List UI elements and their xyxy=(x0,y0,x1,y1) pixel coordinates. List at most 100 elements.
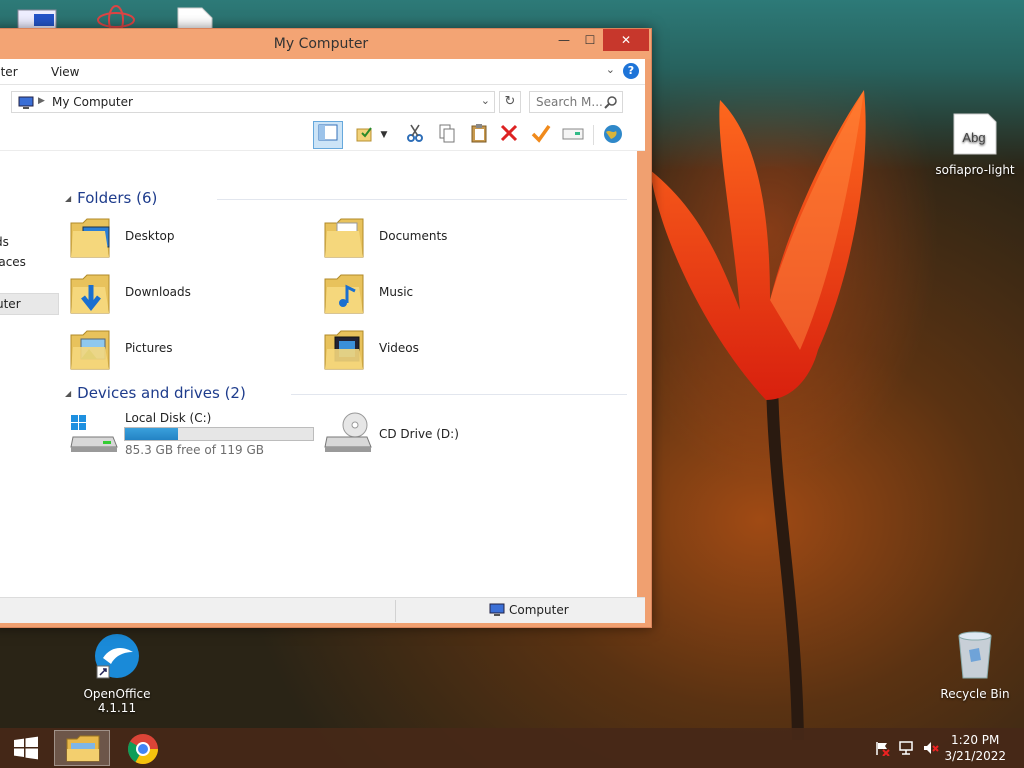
address-bar[interactable]: ▶ My Computer ⌄ xyxy=(11,91,495,113)
search-input[interactable]: Search M... xyxy=(529,91,623,113)
cd-drive-icon xyxy=(324,412,372,452)
volume-muted-icon[interactable] xyxy=(922,740,940,756)
help-icon[interactable]: ? xyxy=(623,63,639,79)
copy-button[interactable] xyxy=(435,123,459,147)
drive-name: Local Disk (C:) xyxy=(125,411,212,425)
search-placeholder: Search M... xyxy=(536,95,603,109)
taskbar-chrome[interactable] xyxy=(124,730,164,766)
delete-icon xyxy=(500,124,518,142)
content-pane: ◢ Folders (6) Desktop Documents Downloads xyxy=(61,151,637,621)
taskbar: 1:20 PM 3/21/2022 xyxy=(0,728,1024,768)
atom-icon[interactable] xyxy=(94,4,140,30)
openoffice-icon xyxy=(95,634,139,679)
properties-dropdown-icon[interactable]: ▼ xyxy=(377,123,391,147)
chrome-icon xyxy=(127,734,158,765)
downloads-folder-icon xyxy=(70,274,110,314)
nav-computer[interactable]: uter xyxy=(0,293,59,315)
explorer-window: My Computer — ☐ ✕ uter View ⌄ ? ▶ My Com… xyxy=(0,28,652,628)
delete-button[interactable] xyxy=(497,123,521,147)
drives-group-title: Devices and drives (2) xyxy=(77,384,246,402)
properties-button[interactable] xyxy=(353,123,377,147)
folders-group-header[interactable]: ◢ Folders (6) xyxy=(65,189,157,207)
scissors-icon xyxy=(407,124,423,142)
folder-label: Desktop xyxy=(125,229,175,243)
taskbar-file-explorer[interactable] xyxy=(54,730,110,766)
globe-icon xyxy=(604,125,622,143)
maximize-button[interactable]: ☐ xyxy=(577,29,603,51)
breadcrumb-arrow-icon[interactable]: ▶ xyxy=(38,96,45,106)
close-button[interactable]: ✕ xyxy=(603,29,649,51)
address-dropdown-icon[interactable]: ⌄ xyxy=(481,94,490,107)
menu-computer[interactable]: uter xyxy=(0,65,18,79)
layout-icon xyxy=(318,124,338,141)
folder-label: Downloads xyxy=(125,285,191,299)
folder-desktop[interactable]: Desktop xyxy=(69,213,309,263)
folders-group-title: Folders (6) xyxy=(77,189,158,207)
group-divider xyxy=(291,394,627,395)
paste-button[interactable] xyxy=(467,123,491,147)
menu-view[interactable]: View xyxy=(51,65,79,79)
status-text: Computer xyxy=(509,603,569,617)
folder-label: Documents xyxy=(379,229,448,243)
drive-local-disk[interactable]: Local Disk (C:) 85.3 GB free of 119 GB xyxy=(69,409,319,459)
drive-cd[interactable]: CD Drive (D:) xyxy=(323,409,523,459)
tulip-wallpaper xyxy=(650,90,866,740)
map-drive-button[interactable] xyxy=(561,123,585,147)
folder-pictures[interactable]: Pictures xyxy=(69,325,309,375)
desktop-recycle-bin[interactable]: Recycle Bin xyxy=(930,630,1020,701)
folder-label: Music xyxy=(379,285,414,299)
chevron-down-icon[interactable]: ⌄ xyxy=(606,63,615,76)
folder-music[interactable]: Music xyxy=(323,269,563,319)
drive-box-icon xyxy=(562,128,584,140)
computer-icon xyxy=(18,96,34,109)
cut-button[interactable] xyxy=(403,123,427,147)
refresh-button[interactable]: ↻ xyxy=(499,91,521,113)
system-clock[interactable]: 1:20 PM 3/21/2022 xyxy=(944,732,1006,764)
collapse-triangle-icon: ◢ xyxy=(65,389,72,398)
rename-button[interactable] xyxy=(529,123,553,147)
drive-usage-bar xyxy=(124,427,314,441)
file-explorer-icon xyxy=(66,735,100,762)
folder-downloads[interactable]: Downloads xyxy=(69,269,309,319)
music-folder-icon xyxy=(324,274,364,314)
group-divider xyxy=(217,199,627,200)
recycle-bin-label: Recycle Bin xyxy=(940,687,1010,701)
hard-drive-icon xyxy=(70,415,118,452)
search-icon xyxy=(604,96,617,109)
clock-date: 3/21/2022 xyxy=(944,749,1006,763)
network-icon[interactable] xyxy=(898,740,914,756)
folder-label: Pictures xyxy=(125,341,173,355)
nav-downloads[interactable]: ds xyxy=(0,235,9,249)
copy-icon xyxy=(439,124,455,143)
recycle-bin-icon xyxy=(958,631,992,679)
desktop-font-file[interactable]: Abg sofiapro-light xyxy=(930,112,1020,177)
nav-computer-label: uter xyxy=(0,297,21,311)
drives-group-header[interactable]: ◢ Devices and drives (2) xyxy=(65,384,246,402)
folder-documents[interactable]: Documents xyxy=(323,213,563,263)
properties-icon xyxy=(356,127,372,142)
document-icon[interactable] xyxy=(174,4,216,30)
nav-recent-places[interactable]: laces xyxy=(0,255,26,269)
clipboard-icon xyxy=(471,124,487,143)
clock-time: 1:20 PM xyxy=(951,733,1000,747)
network-button[interactable] xyxy=(601,123,625,147)
preview-pane-button[interactable] xyxy=(313,121,343,149)
action-center-flag-icon[interactable] xyxy=(874,740,890,756)
toolbar-separator xyxy=(593,125,594,145)
checkmark-icon xyxy=(531,124,551,143)
font-preview: Abg xyxy=(962,130,985,145)
desktop-openoffice[interactable]: OpenOffice 4.1.11 xyxy=(72,632,162,715)
drive-free-space: 85.3 GB free of 119 GB xyxy=(125,443,264,457)
address-row: ▶ My Computer ⌄ ↻ Search M... xyxy=(0,85,645,119)
title-bar[interactable]: My Computer — ☐ ✕ xyxy=(0,29,651,59)
folder-videos[interactable]: Videos xyxy=(323,325,563,375)
documents-folder-icon xyxy=(324,218,364,258)
desktop-folder-icon xyxy=(70,218,110,258)
computer-icon xyxy=(489,603,505,616)
menu-bar: uter View ⌄ ? xyxy=(0,59,645,85)
partial-desktop-icon[interactable] xyxy=(14,0,64,30)
start-button[interactable] xyxy=(6,730,46,766)
folder-label: Videos xyxy=(379,341,419,355)
drive-usage-fill xyxy=(125,428,178,440)
minimize-button[interactable]: — xyxy=(551,29,577,51)
